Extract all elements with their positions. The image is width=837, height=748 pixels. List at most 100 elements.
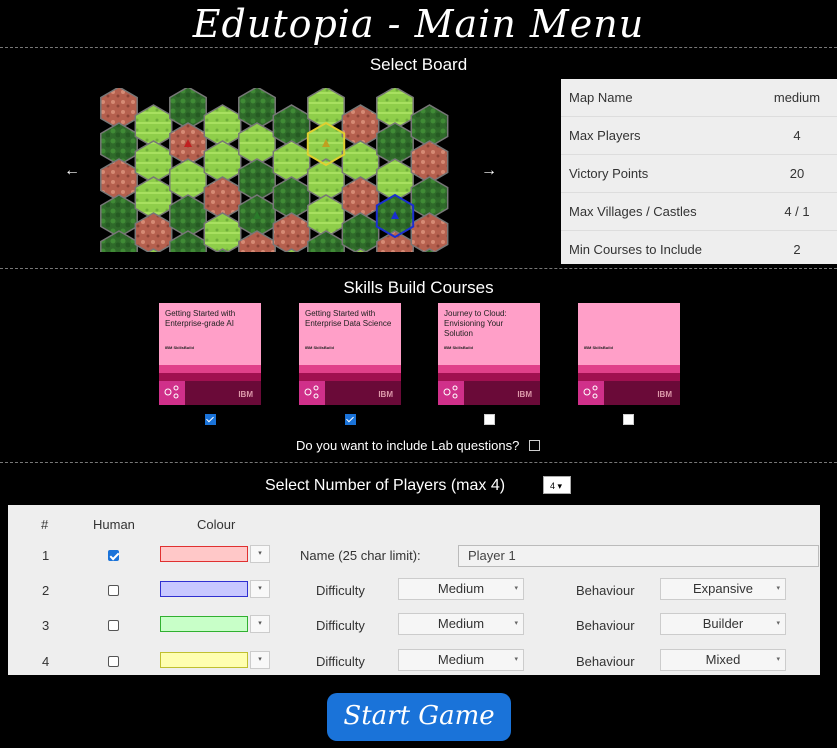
player-number: 3	[42, 618, 50, 633]
info-row: Max Players 4	[561, 117, 837, 155]
hex-tile[interactable]	[376, 230, 414, 252]
difficulty-label: Difficulty	[316, 618, 365, 633]
num-players-select[interactable]: 4 ▾	[543, 476, 571, 494]
difficulty-label: Difficulty	[316, 583, 365, 598]
course-title: Getting Started with Enterprise Data Sci…	[305, 309, 392, 328]
course-checkbox[interactable]	[345, 414, 356, 425]
behaviour-select[interactable]: Expansive ▾	[660, 578, 786, 600]
hex-tile[interactable]	[273, 248, 309, 252]
colour-select[interactable]	[160, 652, 248, 668]
course-title: Getting Started with Enterprise-grade AI	[165, 309, 236, 328]
course-card[interactable]: Journey to Cloud: Envisioning Your Solut…	[438, 303, 540, 405]
chevron-down-icon: ▾	[514, 656, 518, 663]
chevron-down-icon: ▾	[776, 620, 780, 627]
colour-select[interactable]	[160, 616, 248, 632]
chevron-down-icon: ▾	[776, 656, 780, 663]
course-card[interactable]: IBM SkillsBuild IBM	[578, 303, 680, 405]
chevron-down-icon[interactable]: ▾	[250, 651, 270, 669]
difficulty-select[interactable]: Medium ▾	[398, 613, 524, 635]
behaviour-label: Behaviour	[576, 618, 635, 633]
behaviour-select[interactable]: Mixed ▾	[660, 649, 786, 671]
human-checkbox[interactable]	[108, 656, 119, 667]
behaviour-label: Behaviour	[576, 654, 635, 669]
hex-tile[interactable]	[341, 212, 380, 252]
ibm-logo: IBM	[238, 390, 253, 399]
course-card[interactable]: Getting Started with Enterprise Data Sci…	[299, 303, 401, 405]
hex-tile[interactable]	[411, 248, 447, 252]
chevron-down-icon: ▾	[514, 620, 518, 627]
network-icon	[164, 385, 179, 399]
hex-tile[interactable]	[410, 212, 449, 252]
hex-tile[interactable]	[169, 230, 207, 252]
hex-tile[interactable]	[342, 248, 378, 252]
brand-label: IBM SkillsBuild	[444, 345, 473, 350]
divider	[0, 462, 837, 463]
chevron-down-icon: ▾	[776, 585, 780, 592]
player-number: 4	[42, 654, 50, 669]
courses-heading: Skills Build Courses	[343, 278, 494, 297]
col-human-header: Human	[93, 517, 135, 532]
stripe	[159, 373, 261, 381]
select-board-heading: Select Board	[369, 55, 468, 74]
cloud-icon	[443, 385, 458, 399]
ibm-logo: IBM	[657, 390, 672, 399]
human-checkbox[interactable]	[108, 550, 119, 561]
chevron-down-icon[interactable]: ▾	[250, 615, 270, 633]
stripe	[438, 373, 540, 381]
brand-label: IBM SkillsBuild	[584, 345, 613, 350]
brand-label: IBM SkillsBuild	[305, 345, 334, 350]
cloud-icon	[583, 385, 598, 399]
course-checkbox[interactable]	[205, 414, 216, 425]
human-checkbox[interactable]	[108, 585, 119, 596]
colour-select[interactable]	[160, 546, 248, 562]
course-checkbox[interactable]	[623, 414, 634, 425]
start-game-button[interactable]: Start Game	[327, 693, 511, 741]
hex-tile[interactable]	[272, 212, 311, 252]
chevron-down-icon[interactable]: ▾	[250, 580, 270, 598]
hex-tile[interactable]	[203, 212, 242, 252]
course-title: Journey to Cloud: Envisioning Your Solut…	[444, 309, 507, 338]
hex-tiles[interactable]	[100, 88, 449, 252]
stripe	[578, 365, 680, 373]
lab-questions-checkbox[interactable]	[528, 440, 540, 451]
brand-label: IBM SkillsBuild	[165, 345, 194, 350]
info-row: Min Courses to Include 2	[569, 242, 801, 257]
difficulty-select[interactable]: Medium ▾	[398, 578, 524, 600]
hex-tile[interactable]	[204, 248, 240, 252]
players-table: # Human Colour 1 ▾ Name (25 char limit):…	[8, 505, 820, 675]
ibm-logo: IBM	[517, 390, 532, 399]
name-label: Name (25 char limit):	[300, 548, 421, 563]
human-checkbox[interactable]	[108, 620, 119, 631]
stripe	[299, 373, 401, 381]
course-card[interactable]: Getting Started with Enterprise-grade AI…	[159, 303, 261, 405]
next-board-arrow[interactable]: →	[481, 162, 497, 180]
hex-tile[interactable]	[307, 230, 345, 252]
divider	[0, 47, 837, 48]
chart-icon	[304, 385, 319, 399]
hex-tile[interactable]	[100, 230, 138, 252]
course-checkbox[interactable]	[484, 414, 495, 425]
player-number: 2	[42, 583, 50, 598]
difficulty-select[interactable]: Medium ▾	[398, 649, 524, 671]
hex-tile[interactable]	[238, 230, 276, 252]
stripe	[299, 365, 401, 373]
info-row: Max Villages / Castles 4 / 1	[561, 193, 837, 231]
col-num-header: #	[41, 517, 49, 532]
lab-questions-label: Do you want to include Lab questions?	[296, 438, 540, 453]
colour-select[interactable]	[160, 581, 248, 597]
player-number: 1	[42, 548, 50, 563]
hex-tile[interactable]	[134, 212, 173, 252]
player-name-input[interactable]: Player 1	[458, 545, 819, 567]
difficulty-label: Difficulty	[316, 654, 365, 669]
behaviour-select[interactable]: Builder ▾	[660, 613, 786, 635]
hex-board[interactable]	[100, 88, 460, 252]
num-players-heading: Select Number of Players (max 4)	[265, 477, 506, 494]
hex-tile[interactable]	[135, 248, 171, 252]
ibm-logo: IBM	[378, 390, 393, 399]
info-row: Victory Points 20	[561, 155, 837, 193]
stripe	[578, 373, 680, 381]
info-row: Map Name medium	[561, 79, 837, 117]
page-title: Edutopia - Main Menu	[192, 2, 645, 46]
chevron-down-icon[interactable]: ▾	[250, 545, 270, 563]
prev-board-arrow[interactable]: ←	[64, 162, 80, 180]
